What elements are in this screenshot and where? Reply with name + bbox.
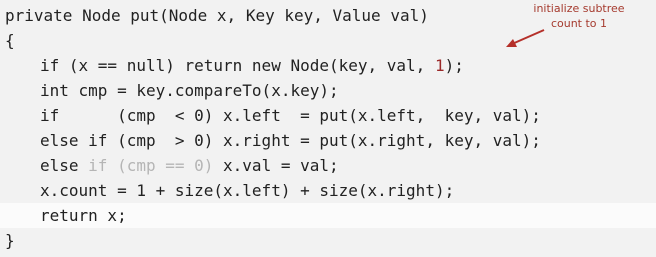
- code-panel: private Node put(Node x, Key key, Value …: [0, 0, 656, 257]
- arrow-icon: [506, 29, 545, 47]
